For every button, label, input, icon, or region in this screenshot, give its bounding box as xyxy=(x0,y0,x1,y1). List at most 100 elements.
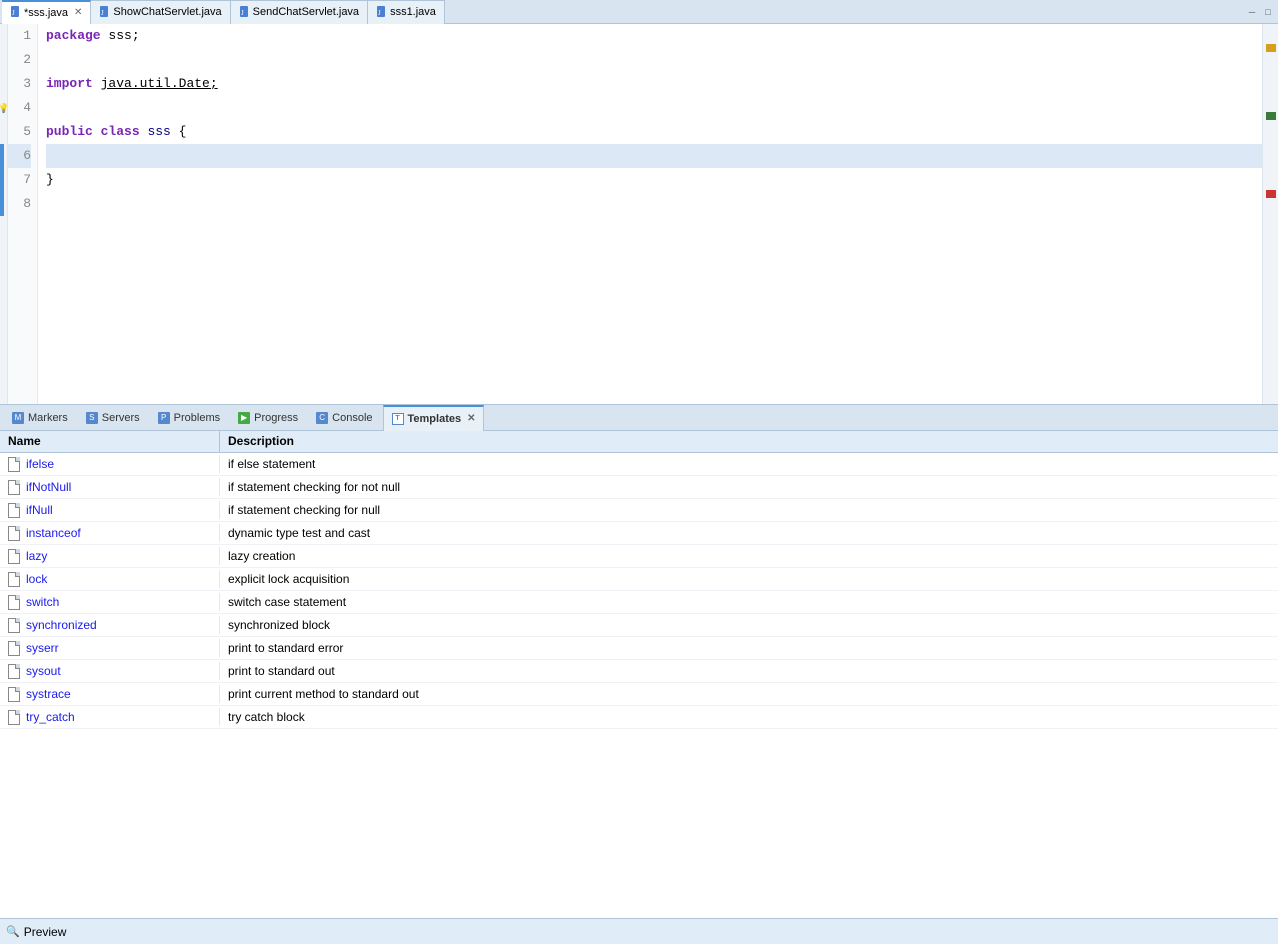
code-line-4 xyxy=(46,96,1262,120)
template-row-lock[interactable]: lock explicit lock acquisition xyxy=(0,568,1278,591)
template-row-systrace[interactable]: systrace print current method to standar… xyxy=(0,683,1278,706)
col-header-name[interactable]: Name xyxy=(0,431,220,452)
template-row-syserr[interactable]: syserr print to standard error xyxy=(0,637,1278,660)
tab-label: *sss.java xyxy=(24,7,68,19)
markers-icon: M xyxy=(12,412,24,424)
tab-show-chat-servlet[interactable]: J ShowChatServlet.java xyxy=(91,0,230,24)
restore-icon[interactable]: □ xyxy=(1262,6,1274,18)
preview-search-icon: 🔍 xyxy=(6,925,20,938)
template-desc-lock: explicit lock acquisition xyxy=(220,570,1278,588)
template-name-text: synchronized xyxy=(26,618,97,632)
template-row-lazy[interactable]: lazy lazy creation xyxy=(0,545,1278,568)
panel-tab-progress[interactable]: ▶ Progress xyxy=(230,405,306,431)
template-desc-synchronized: synchronized block xyxy=(220,616,1278,634)
keyword-class: class xyxy=(101,122,140,142)
template-file-icon xyxy=(8,549,20,563)
panel-tab-servers[interactable]: S Servers xyxy=(78,405,148,431)
line-numbers: 1 2 3 4 5 6 7 8 xyxy=(8,24,38,404)
java-icon: J xyxy=(239,6,249,19)
tab-send-chat-servlet[interactable]: J SendChatServlet.java xyxy=(231,0,368,24)
templates-tab-close-icon[interactable]: ✕ xyxy=(467,413,475,424)
template-name-ifelse: ifelse xyxy=(0,455,220,473)
panel-tab-servers-label: Servers xyxy=(102,412,140,424)
class-name: sss xyxy=(147,122,170,142)
marker-ok xyxy=(1266,112,1276,120)
template-name-text: lazy xyxy=(26,549,47,563)
template-file-icon xyxy=(8,710,20,724)
template-desc-ifnull: if statement checking for null xyxy=(220,501,1278,519)
line-num-8: 8 xyxy=(8,192,31,216)
progress-icon: ▶ xyxy=(238,412,250,424)
bottom-panel: M Markers S Servers P Problems ▶ Progres… xyxy=(0,404,1278,944)
template-file-icon xyxy=(8,480,20,494)
template-row-sysout[interactable]: sysout print to standard out xyxy=(0,660,1278,683)
template-desc-syserr: print to standard error xyxy=(220,639,1278,657)
package-name: sss; xyxy=(108,26,139,46)
panel-tab-problems-label: Problems xyxy=(174,412,220,424)
svg-text:J: J xyxy=(378,9,381,17)
preview-bar: 🔍 Preview xyxy=(0,918,1278,944)
tab-close-icon[interactable]: ✕ xyxy=(74,7,82,18)
panel-tab-templates[interactable]: T Templates ✕ xyxy=(383,405,485,431)
template-file-icon xyxy=(8,687,20,701)
template-desc-ifelse: if else statement xyxy=(220,455,1278,473)
tab-label: sss1.java xyxy=(390,6,436,18)
templates-header: Name Description xyxy=(0,431,1278,453)
line-num-3: 3 xyxy=(8,72,31,96)
template-desc-lazy: lazy creation xyxy=(220,547,1278,565)
code-line-3: import java.util.Date; xyxy=(46,72,1262,96)
template-row-synchronized[interactable]: synchronized synchronized block xyxy=(0,614,1278,637)
left-gutter: 💡 xyxy=(0,24,8,404)
line-num-2: 2 xyxy=(8,48,31,72)
window-controls: ─ □ xyxy=(1246,6,1278,18)
svg-text:J: J xyxy=(101,9,104,17)
template-name-sysout: sysout xyxy=(0,662,220,680)
svg-text:J: J xyxy=(241,9,244,17)
line-num-4: 4 xyxy=(8,96,31,120)
template-row-try-catch[interactable]: try_catch try catch block xyxy=(0,706,1278,729)
right-markers xyxy=(1262,24,1278,404)
template-name-systrace: systrace xyxy=(0,685,220,703)
panel-tab-problems[interactable]: P Problems xyxy=(150,405,228,431)
template-name-text: instanceof xyxy=(26,526,81,540)
line-num-6: 6 xyxy=(8,144,31,168)
tab-sss1-java[interactable]: J sss1.java xyxy=(368,0,445,24)
template-file-icon xyxy=(8,526,20,540)
code-line-1: package sss; xyxy=(46,24,1262,48)
template-row-ifelse[interactable]: ifelse if else statement xyxy=(0,453,1278,476)
code-content[interactable]: package sss; import java.util.Date; publ… xyxy=(38,24,1262,404)
editor-tab-bar: J *sss.java ✕ J ShowChatServlet.java J S… xyxy=(0,0,1278,24)
panel-tab-progress-label: Progress xyxy=(254,412,298,424)
template-name-text: lock xyxy=(26,572,47,586)
code-line-5: public class sss { xyxy=(46,120,1262,144)
template-file-icon xyxy=(8,572,20,586)
lightbulb-marker: 💡 xyxy=(0,96,8,120)
java-icon: J xyxy=(99,6,109,19)
panel-tab-markers[interactable]: M Markers xyxy=(4,405,76,431)
template-name-text: syserr xyxy=(26,641,59,655)
java-icon: J xyxy=(10,6,20,19)
template-file-icon xyxy=(8,618,20,632)
template-desc-switch: switch case statement xyxy=(220,593,1278,611)
minimize-icon[interactable]: ─ xyxy=(1246,6,1258,18)
keyword-import: import xyxy=(46,74,93,94)
template-row-switch[interactable]: switch switch case statement xyxy=(0,591,1278,614)
template-row-ifnotnull[interactable]: ifNotNull if statement checking for not … xyxy=(0,476,1278,499)
marker-warning xyxy=(1266,44,1276,52)
panel-tab-console-label: Console xyxy=(332,412,372,424)
line-num-1: 1 xyxy=(8,24,31,48)
template-name-lazy: lazy xyxy=(0,547,220,565)
template-row-instanceof[interactable]: instanceof dynamic type test and cast xyxy=(0,522,1278,545)
line-num-5: 5 xyxy=(8,120,31,144)
keyword-public: public xyxy=(46,122,93,142)
code-line-6 xyxy=(46,144,1262,168)
template-name-text: systrace xyxy=(26,687,71,701)
template-name-instanceof: instanceof xyxy=(0,524,220,542)
console-icon: C xyxy=(316,412,328,424)
tab-sss-java[interactable]: J *sss.java ✕ xyxy=(2,0,91,24)
template-row-ifnull[interactable]: ifNull if statement checking for null xyxy=(0,499,1278,522)
template-name-try-catch: try_catch xyxy=(0,708,220,726)
code-editor[interactable]: 💡 1 2 3 4 5 6 7 8 package sss; import ja… xyxy=(0,24,1278,404)
panel-tab-console[interactable]: C Console xyxy=(308,405,380,431)
template-name-text: sysout xyxy=(26,664,61,678)
